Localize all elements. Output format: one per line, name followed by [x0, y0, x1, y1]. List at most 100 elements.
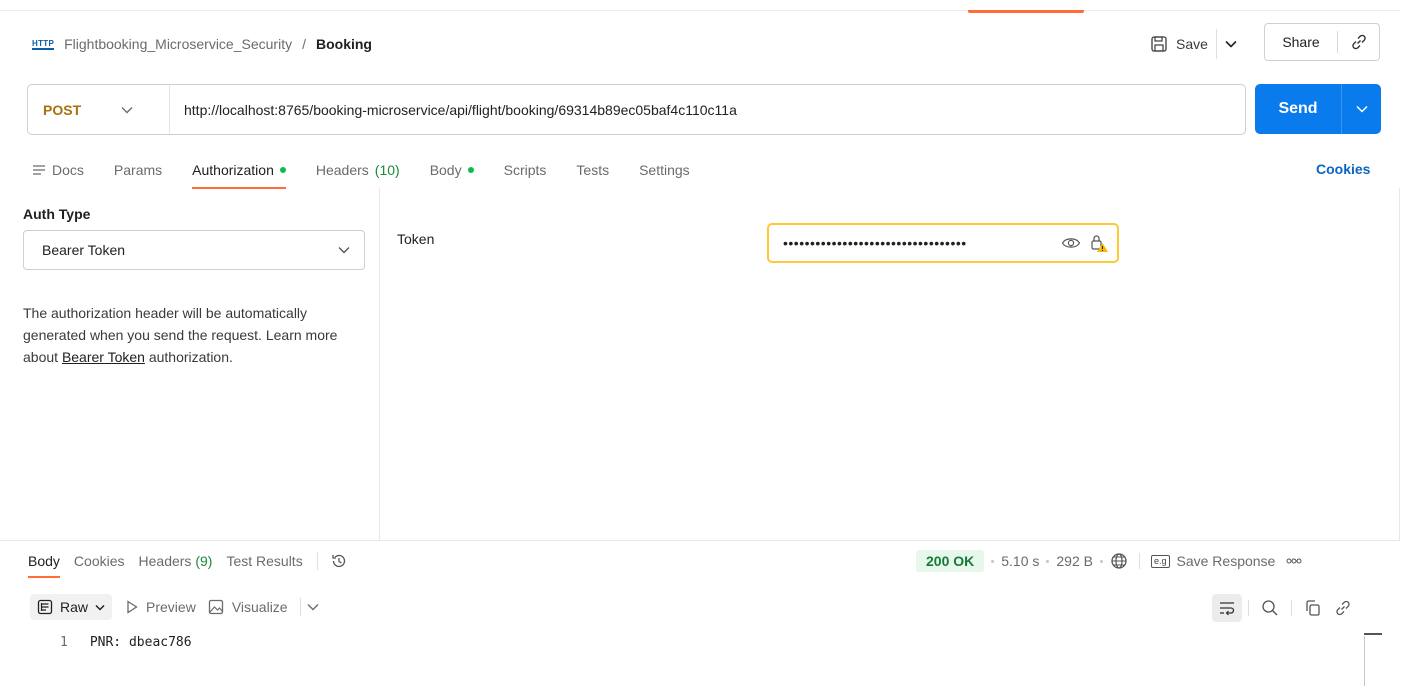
copy-button[interactable] — [1298, 594, 1328, 622]
cookies-link[interactable]: Cookies — [1316, 161, 1370, 177]
wrap-lines-button[interactable] — [1212, 594, 1242, 622]
chevron-down-icon[interactable] — [307, 603, 319, 611]
send-button-group: Send — [1255, 84, 1381, 134]
history-icon[interactable] — [330, 552, 348, 570]
auth-panel-divider — [379, 188, 380, 540]
link-button[interactable] — [1328, 594, 1358, 622]
breadcrumb-collection[interactable]: Flightbooking_Microservice_Security — [64, 36, 292, 52]
chevron-down-icon — [338, 246, 350, 254]
globe-icon[interactable] — [1110, 552, 1128, 570]
breadcrumb-separator: / — [302, 36, 306, 52]
response-tabs: Body Cookies Headers (9) Test Results — [28, 549, 348, 578]
response-tab-headers-count: (9) — [195, 553, 213, 569]
response-divider — [0, 540, 1400, 541]
play-icon — [126, 600, 138, 614]
copy-icon — [1304, 599, 1322, 617]
image-icon — [208, 599, 224, 615]
response-tab-headers-label: Headers — [138, 553, 192, 569]
save-options-button[interactable] — [1217, 28, 1245, 60]
send-options-button[interactable] — [1342, 105, 1381, 113]
response-tab-headers[interactable]: Headers (9) — [139, 553, 213, 569]
chevron-down-icon — [1225, 40, 1237, 48]
tab-params-label: Params — [113, 162, 163, 178]
tab-settings-label: Settings — [639, 162, 690, 178]
tab-headers[interactable]: Headers (10) — [316, 156, 400, 184]
scrollbar[interactable] — [1364, 636, 1365, 686]
url-input[interactable]: http://localhost:8765/booking-microservi… — [170, 85, 1245, 134]
tab-tests[interactable]: Tests — [576, 156, 609, 184]
method-label: POST — [43, 101, 82, 118]
tab-docs-label: Docs — [52, 162, 84, 178]
example-icon: e.g — [1150, 554, 1170, 568]
tab-authorization-label: Authorization — [192, 162, 274, 178]
more-options-icon[interactable] — [1286, 558, 1302, 564]
visualize-button[interactable]: Visualize — [208, 599, 288, 615]
docs-icon — [32, 164, 46, 176]
tab-tests-label: Tests — [576, 162, 610, 178]
save-button[interactable]: Save — [1146, 28, 1216, 60]
auth-type-value: Bearer Token — [42, 242, 126, 258]
copy-link-button[interactable] — [1338, 33, 1379, 51]
url-text: http://localhost:8765/booking-microservi… — [184, 101, 737, 118]
search-button[interactable] — [1255, 594, 1285, 622]
tab-authorization[interactable]: Authorization — [192, 156, 286, 189]
send-button[interactable]: Send — [1255, 100, 1341, 118]
raw-view-button[interactable]: Raw — [30, 594, 113, 620]
auth-help-suffix: authorization. — [144, 349, 233, 365]
tab-body[interactable]: Body — [430, 156, 474, 184]
visualize-label: Visualize — [231, 599, 288, 615]
save-label: Save — [1176, 36, 1208, 52]
tab-headers-label: Headers — [315, 162, 369, 178]
eye-icon[interactable] — [1061, 236, 1081, 250]
tab-settings[interactable]: Settings — [639, 156, 690, 184]
http-icon: HTTP — [32, 38, 55, 50]
token-input[interactable]: •••••••••••••••••••••••••••••••••• — [767, 223, 1119, 263]
response-time[interactable]: 5.10 s — [1001, 553, 1039, 569]
active-tab-indicator — [968, 10, 1084, 13]
tool-separator — [1248, 600, 1249, 616]
share-button[interactable]: Share — [1265, 34, 1337, 50]
response-size[interactable]: 292 B — [1056, 553, 1093, 569]
status-badge[interactable]: 200 OK — [916, 550, 985, 572]
link-icon — [1334, 599, 1352, 617]
tool-separator — [1291, 600, 1292, 616]
view-bar-separator — [299, 598, 301, 616]
status-dot — [279, 167, 286, 173]
save-group: Save — [1146, 28, 1245, 60]
link-icon — [1350, 33, 1368, 51]
lock-warning-icon[interactable] — [1089, 233, 1109, 253]
status-dot — [467, 167, 474, 173]
share-button-group: Share — [1264, 23, 1380, 61]
token-value: •••••••••••••••••••••••••••••••••• — [783, 235, 967, 251]
response-code-line: 1 PNR: dbeac786 — [60, 635, 192, 650]
request-url-bar: POST http://localhost:8765/booking-micro… — [27, 84, 1246, 135]
token-label: Token — [397, 231, 435, 247]
breadcrumb: HTTP Flightbooking_Microservice_Security… — [32, 28, 372, 60]
response-tab-cookies[interactable]: Cookies — [74, 553, 125, 569]
response-meta: 200 OK 5.10 s 292 B e.g Save Response — [916, 549, 1302, 573]
tab-body-label: Body — [429, 162, 462, 178]
tab-params[interactable]: Params — [114, 156, 162, 184]
search-icon — [1261, 599, 1279, 617]
raw-label: Raw — [60, 599, 89, 615]
response-tab-test-results[interactable]: Test Results — [226, 553, 302, 569]
tab-docs[interactable]: Docs — [32, 156, 84, 184]
response-tools — [1212, 594, 1358, 622]
top-divider — [0, 10, 1400, 11]
auth-type-label: Auth Type — [23, 206, 91, 222]
line-text[interactable]: PNR: dbeac786 — [90, 635, 192, 650]
scrollbar-cap — [1364, 633, 1382, 635]
preview-label: Preview — [146, 599, 196, 615]
response-tabs-separator — [316, 552, 318, 570]
save-response-button[interactable]: Save Response — [1177, 553, 1276, 569]
breadcrumb-request-name[interactable]: Booking — [316, 36, 372, 52]
preview-button[interactable]: Preview — [126, 599, 196, 615]
bearer-token-link[interactable]: Bearer Token — [62, 349, 145, 365]
response-tab-body[interactable]: Body — [28, 553, 60, 578]
tab-scripts[interactable]: Scripts — [504, 156, 547, 184]
method-select[interactable]: POST — [28, 85, 170, 134]
tab-scripts-label: Scripts — [503, 162, 547, 178]
save-icon — [1150, 35, 1168, 53]
meta-dot — [1046, 559, 1050, 563]
auth-type-select[interactable]: Bearer Token — [23, 230, 365, 270]
